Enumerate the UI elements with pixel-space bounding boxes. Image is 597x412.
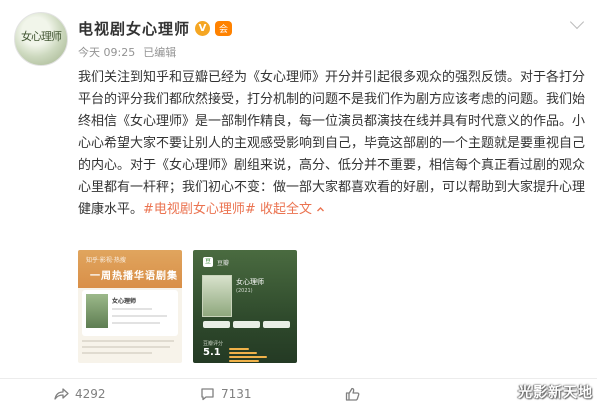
account-name-row: 电视剧女心理师 V 会 bbox=[78, 18, 233, 39]
image1-header: 知乎·影视·热搜 一周热播华语剧集 bbox=[78, 250, 182, 288]
verified-badge-icon: V bbox=[195, 21, 211, 36]
post-meta: 今天 09:25 已编辑 bbox=[78, 44, 176, 60]
comment-count: 7131 bbox=[221, 387, 252, 401]
image1-header-small: 知乎·影视·热搜 bbox=[86, 257, 126, 264]
douban-logo-icon: 豆 bbox=[203, 257, 213, 267]
member-badge-icon: 会 bbox=[215, 21, 233, 36]
topic-link[interactable]: #电视剧女心理师# bbox=[143, 202, 256, 217]
image2-header: 豆 豆瓣 bbox=[203, 257, 229, 267]
avatar-text: 女心理师 bbox=[21, 30, 62, 43]
image2-title: 女心理师 bbox=[236, 278, 264, 286]
image2-app-name: 豆瓣 bbox=[217, 259, 230, 267]
chevron-down-icon[interactable] bbox=[569, 14, 585, 30]
like-button[interactable] bbox=[345, 380, 366, 408]
image2-buttons bbox=[203, 321, 290, 328]
post-text: 我们关注到知乎和豆瓣已经为《女心理师》开分并引起很多观众的强烈反馈。对于各打分平… bbox=[78, 70, 586, 217]
action-bar-divider bbox=[0, 378, 597, 379]
image2-score: 5.1 bbox=[203, 347, 221, 358]
image1-header-title: 一周热播华语剧集 bbox=[90, 271, 178, 282]
post-body: 我们关注到知乎和豆瓣已经为《女心理师》开分并引起很多观众的强烈反馈。对于各打分平… bbox=[78, 67, 585, 221]
image2-rating-bars bbox=[229, 348, 284, 363]
account-name[interactable]: 电视剧女心理师 bbox=[78, 18, 190, 39]
edited-label[interactable]: 已编辑 bbox=[143, 44, 176, 60]
image2-poster bbox=[202, 275, 232, 317]
post-time[interactable]: 今天 09:25 bbox=[78, 44, 135, 60]
image1-text-lines bbox=[82, 340, 178, 358]
post-image-1[interactable]: 知乎·影视·热搜 一周热播华语剧集 女心理师 bbox=[78, 250, 182, 363]
image1-poster bbox=[86, 294, 108, 328]
image1-card-title: 女心理师 bbox=[112, 298, 137, 305]
forward-count: 4292 bbox=[75, 387, 106, 401]
image1-card: 女心理师 bbox=[82, 290, 178, 336]
comment-button[interactable]: 7131 bbox=[200, 380, 252, 408]
post-image-2[interactable]: 豆 豆瓣 女心理师 (2021) 豆瓣评分 5.1 bbox=[193, 250, 297, 363]
image2-year: (2021) bbox=[236, 288, 253, 294]
watermark: 光影新天地 bbox=[518, 385, 593, 401]
collapse-label: 收起全文 bbox=[259, 202, 312, 217]
image2-score-label: 豆瓣评分 bbox=[203, 341, 224, 347]
comment-icon bbox=[201, 388, 214, 401]
like-icon bbox=[345, 387, 360, 401]
forward-icon bbox=[54, 388, 69, 400]
collapse-arrow-icon bbox=[317, 207, 325, 212]
avatar[interactable]: 女心理师 bbox=[14, 12, 68, 66]
forward-button[interactable]: 4292 bbox=[53, 380, 106, 408]
collapse-button[interactable]: 收起全文 bbox=[260, 202, 325, 217]
